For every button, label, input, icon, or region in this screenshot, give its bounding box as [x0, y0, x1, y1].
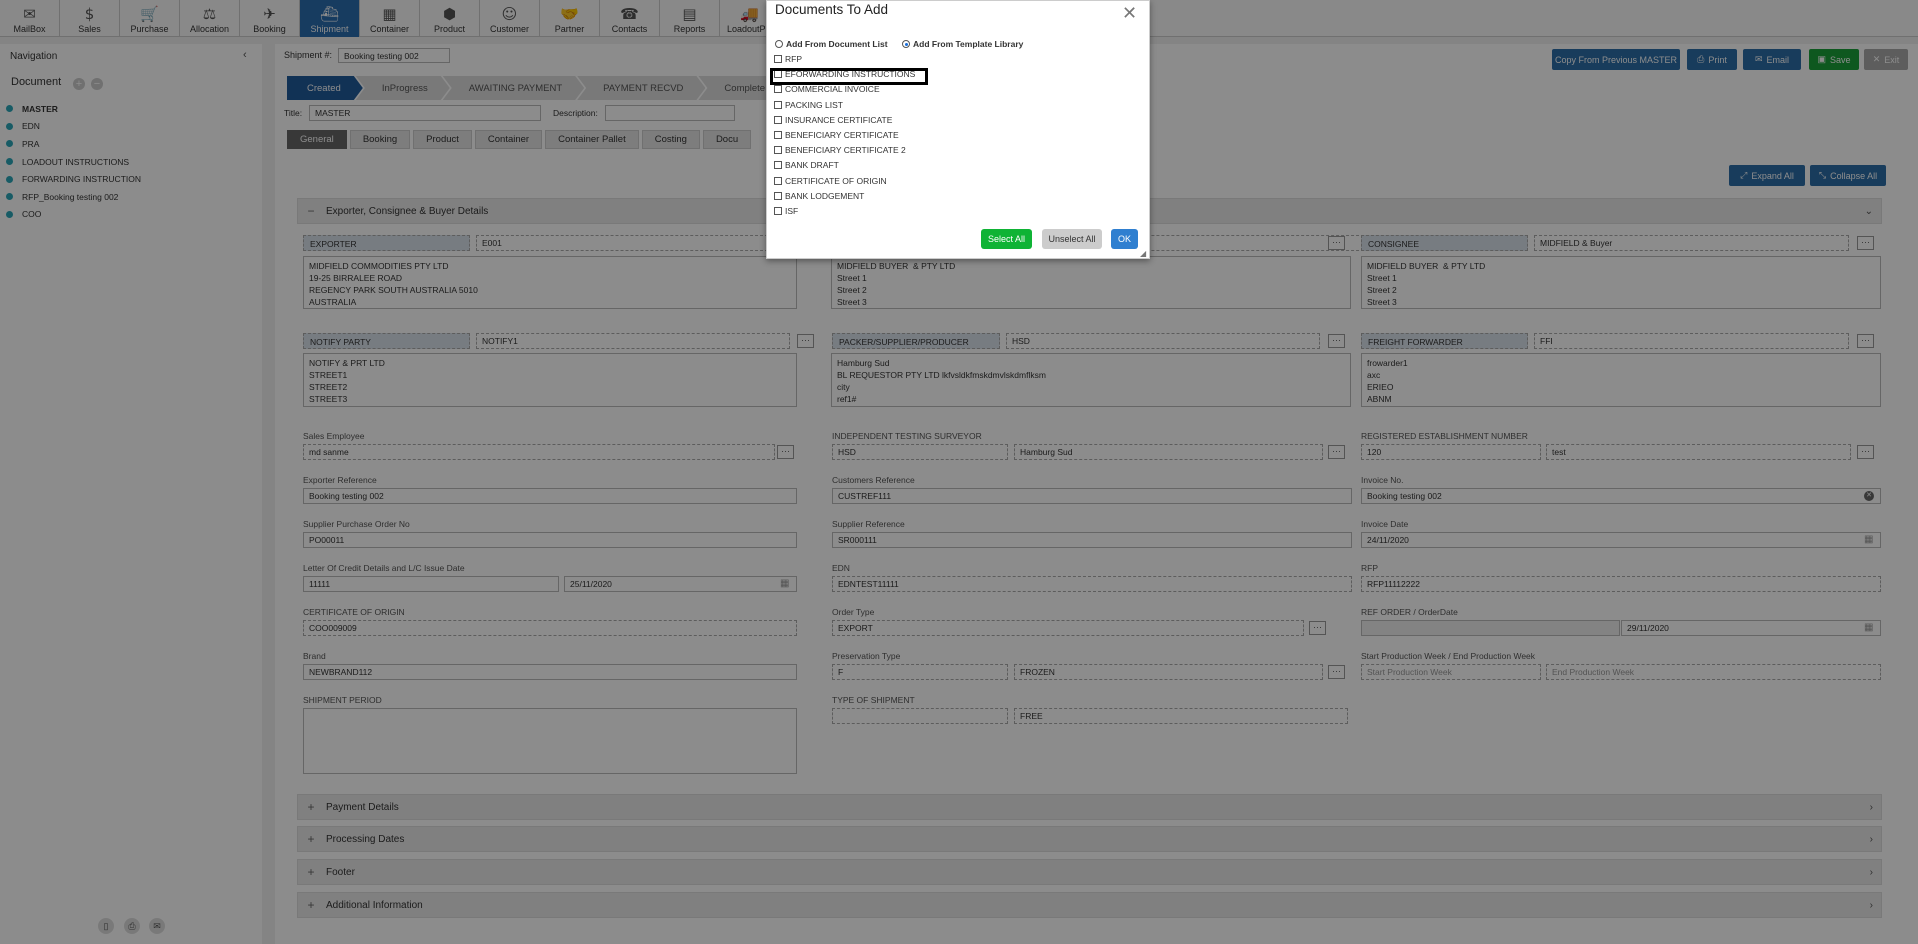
checkbox-icon[interactable]	[774, 115, 782, 124]
unselect-all-button[interactable]: Unselect All	[1042, 229, 1102, 249]
document-option-label: BANK LODGEMENT	[785, 190, 865, 201]
add-from-template-library-radio[interactable]: Add From Template Library	[902, 39, 1023, 49]
document-option-beneficiary-certificate[interactable]: BENEFICIARY CERTIFICATE	[774, 130, 899, 140]
document-option-beneficiary-certificate-2[interactable]: BENEFICIARY CERTIFICATE 2	[774, 145, 906, 155]
document-option-certificate-of-origin[interactable]: CERTIFICATE OF ORIGIN	[774, 176, 887, 186]
radio-selected-icon	[902, 40, 910, 48]
select-all-button[interactable]: Select All	[981, 229, 1032, 249]
dialog-title: Documents To Add	[775, 2, 889, 17]
document-option-rfp[interactable]: RFP	[774, 54, 802, 64]
documents-to-add-dialog: Documents To Add ✕ Add From Document Lis…	[766, 0, 1150, 259]
ok-button[interactable]: OK	[1111, 229, 1138, 249]
checkbox-icon[interactable]	[774, 100, 782, 109]
checkbox-icon[interactable]	[774, 191, 782, 200]
checkbox-icon[interactable]	[774, 146, 782, 155]
checkbox-icon[interactable]	[774, 176, 782, 185]
document-option-label: ISF	[785, 206, 799, 216]
close-icon[interactable]: ✕	[1122, 3, 1137, 24]
document-option-label: INSURANCE CERTIFICATE	[785, 114, 893, 125]
resize-handle-icon[interactable]: ◢	[1140, 249, 1146, 258]
checkbox-icon[interactable]	[774, 85, 782, 94]
radio-icon	[775, 40, 783, 48]
document-option-label: BENEFICIARY CERTIFICATE	[785, 130, 899, 140]
radio-label: Add From Document List	[786, 39, 888, 49]
checkbox-icon[interactable]	[774, 55, 782, 63]
document-option-label: BENEFICIARY CERTIFICATE 2	[785, 145, 906, 156]
document-option-isf[interactable]: ISF	[774, 206, 798, 216]
document-option-label: BANK DRAFT	[785, 160, 839, 171]
document-option-label: RFP	[785, 54, 802, 64]
checkbox-icon[interactable]	[774, 161, 782, 170]
highlight-box	[770, 68, 928, 85]
document-option-bank-lodgement[interactable]: BANK LODGEMENT	[774, 191, 864, 201]
document-option-label: CERTIFICATE OF ORIGIN	[785, 175, 887, 186]
document-option-bank-draft[interactable]: BANK DRAFT	[774, 160, 839, 170]
radio-label: Add From Template Library	[913, 39, 1024, 49]
document-option-label: COMMERCIAL INVOICE	[785, 84, 880, 95]
document-option-insurance-certificate[interactable]: INSURANCE CERTIFICATE	[774, 115, 892, 125]
add-from-document-list-radio[interactable]: Add From Document List	[775, 39, 888, 49]
document-option-commercial-invoice[interactable]: COMMERCIAL INVOICE	[774, 84, 880, 94]
checkbox-icon[interactable]	[774, 207, 782, 215]
checkbox-icon[interactable]	[774, 131, 782, 139]
document-option-packing-list[interactable]: PACKING LIST	[774, 100, 843, 110]
document-option-label: PACKING LIST	[785, 99, 843, 110]
